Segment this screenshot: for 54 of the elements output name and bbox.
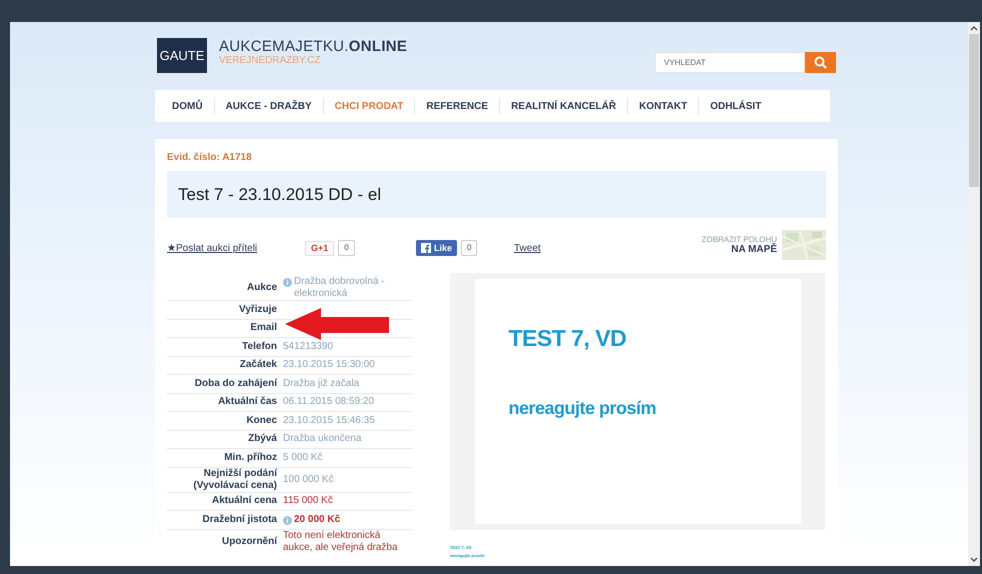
google-plus-button[interactable]: G+1 bbox=[305, 240, 334, 256]
nav-link[interactable]: AUKCE - DRAŽBY bbox=[214, 100, 323, 112]
field-value: 23.10.2015 15:30:00 bbox=[283, 359, 375, 372]
field-label: Upozornění bbox=[221, 536, 278, 548]
show-map-link[interactable]: ZOBRAZIT POLOHU NA MAPĚ bbox=[702, 235, 777, 255]
send-to-friend-link[interactable]: ★Poslat aukci příteli bbox=[167, 242, 305, 254]
field-label: Telefon bbox=[241, 340, 278, 353]
field-value: 23.10.2015 15:46:35 bbox=[283, 414, 375, 427]
field-label: Vyřizuje bbox=[238, 304, 278, 316]
like-button[interactable]: Like bbox=[416, 240, 458, 256]
field-value: Dražba ukončena bbox=[283, 433, 362, 446]
scrollbar-thumb[interactable] bbox=[969, 34, 979, 187]
tweet-link[interactable]: Tweet bbox=[514, 242, 541, 254]
info-icon bbox=[283, 278, 292, 287]
site-name: AUKCEMAJETKU.ONLINE bbox=[219, 38, 408, 55]
field-label: Doba do zahájení bbox=[194, 378, 278, 390]
nav-link[interactable]: DOMŮ bbox=[161, 100, 214, 112]
logo[interactable]: GAUTE bbox=[157, 38, 207, 73]
search-button[interactable] bbox=[805, 52, 836, 73]
field-value: Toto není elektronická aukce, ale veřejná dražba bbox=[283, 530, 399, 554]
slide-heading: TEST 7, VD bbox=[508, 325, 628, 352]
nav-link[interactable]: KONTAKT bbox=[628, 100, 698, 112]
field-value: Dražba již začala bbox=[283, 378, 360, 390]
search-icon bbox=[814, 56, 827, 69]
record-number: Evid. číslo: A1718 bbox=[167, 151, 253, 165]
field-value: 06.11.2015 08:59:20 bbox=[283, 396, 374, 408]
field-label: Email bbox=[249, 322, 278, 334]
facebook-icon bbox=[421, 243, 431, 253]
nav-link[interactable]: ODHLÁSIT bbox=[699, 100, 772, 112]
scrollbar[interactable] bbox=[968, 22, 980, 566]
field-value: 20 000 Kč bbox=[294, 514, 340, 526]
field-label: Konec bbox=[245, 414, 278, 427]
slide-subtitle: nereagujte prosím bbox=[508, 398, 658, 419]
nav-link[interactable]: REFERENCE bbox=[415, 100, 500, 112]
field-label: Aktuální čas bbox=[217, 396, 278, 408]
search-field[interactable]: VYHLEDAT bbox=[655, 52, 805, 73]
site-subtitle: VEREJNEDRAZBY.CZ bbox=[219, 55, 322, 67]
auction-title: Test 7 - 23.10.2015 DD - el bbox=[178, 184, 382, 204]
field-label: Aukce bbox=[246, 282, 278, 294]
field-value: 100 000 Kč bbox=[283, 474, 334, 486]
field-label: Dražební jistota bbox=[202, 514, 278, 526]
field-label: Začátek bbox=[238, 359, 278, 372]
field-label: Nejnižší podání (Vyvolávací cena) bbox=[192, 468, 278, 492]
info-icon bbox=[283, 516, 292, 525]
like-count: 0 bbox=[461, 240, 478, 256]
field-label: Aktuální cena bbox=[210, 495, 278, 508]
field-value: 5 000 Kč bbox=[283, 452, 322, 464]
field-label: Zbývá bbox=[247, 433, 278, 446]
nav-link[interactable]: REALITNÍ KANCELÁŘ bbox=[500, 100, 628, 112]
field-value: 115 000 Kč bbox=[283, 495, 333, 508]
field-label: Min. příhoz bbox=[223, 452, 278, 464]
share-count: 0 bbox=[338, 240, 355, 256]
field-value: Dražba dobrovolná - elektronická bbox=[294, 276, 386, 300]
field-value: 541213390 bbox=[283, 340, 334, 353]
